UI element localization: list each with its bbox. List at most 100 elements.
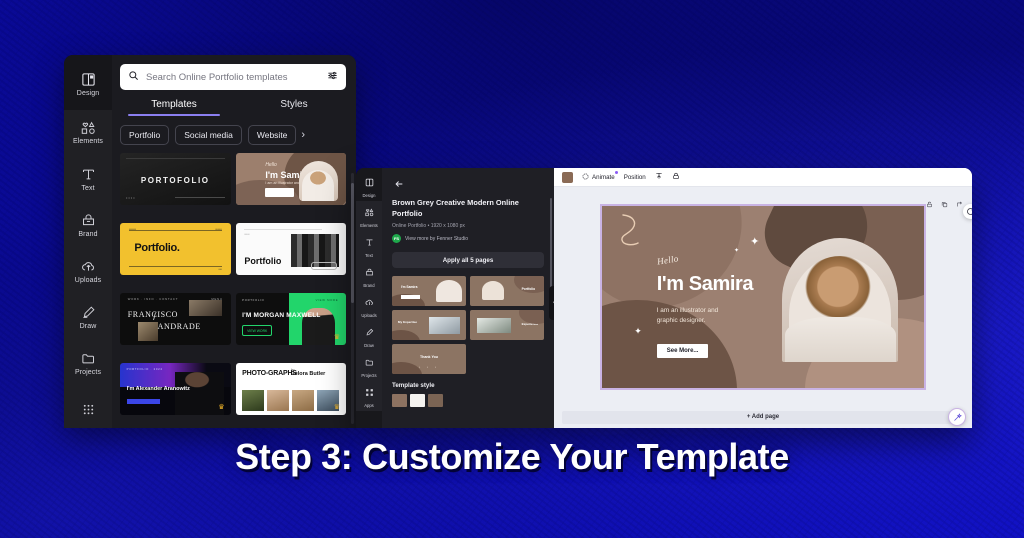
projects-icon	[365, 354, 374, 372]
transparency-button[interactable]	[655, 172, 663, 182]
template-card[interactable]: Hello I'm Samira I am an illustrator and…	[235, 153, 346, 205]
crown-icon: ♛	[333, 404, 340, 411]
refresh-icon[interactable]	[963, 204, 972, 219]
sidebar-item-brand[interactable]: Brand	[356, 261, 382, 291]
template-image-strip	[242, 389, 340, 412]
template-card[interactable]: PORTFOLIO · 2024 I'm Alexander Aranowitz…	[120, 363, 231, 415]
sidebar-item-apps[interactable]	[64, 386, 112, 428]
duplicate-icon[interactable]	[941, 195, 948, 213]
style-swatch[interactable]	[392, 394, 407, 408]
chip-social-media[interactable]: Social media	[175, 125, 242, 145]
brand-icon	[365, 264, 374, 282]
animate-button[interactable]: Animate	[582, 170, 618, 182]
expand-icon[interactable]	[956, 195, 963, 213]
sidebar-item-uploads[interactable]: Uploads	[64, 248, 112, 294]
apply-all-pages-button[interactable]: Apply all 5 pages	[392, 252, 544, 269]
sidebar-item-label: Brand	[363, 283, 375, 288]
sidebar-item-label: Elements	[73, 138, 103, 145]
canvas-see-more-button[interactable]: See More...	[656, 344, 709, 359]
template-portrait	[175, 372, 224, 415]
color-swatch-button[interactable]	[562, 171, 573, 183]
sidebar-item-text[interactable]: Text	[64, 156, 112, 202]
sidebar-item-label: Draw	[79, 322, 97, 330]
sliders-icon[interactable]	[327, 68, 338, 86]
template-title: PORTOFOLIO	[140, 175, 210, 185]
decor-dots: ••••	[126, 195, 136, 200]
template-card[interactable]: WORK · INFO · CONTACT MENU FRANCISCO / A…	[120, 293, 231, 345]
template-button	[126, 398, 160, 404]
sidebar-item-design[interactable]: Design	[356, 171, 382, 201]
chevron-right-icon[interactable]: ›	[301, 129, 305, 141]
template-page-thumb[interactable]: I'm Samira	[392, 276, 466, 307]
lock-icon	[672, 172, 680, 182]
canvas-subtitle-text[interactable]: I am an illustrator and graphic designer…	[657, 306, 718, 326]
sidebar-item-elements[interactable]: Elements	[356, 201, 382, 231]
decor-text: ••••••	[215, 227, 222, 232]
decor-line	[128, 265, 222, 267]
template-button: VIEW WORK	[242, 325, 273, 337]
sidebar-item-label: Uploads	[361, 313, 377, 318]
style-swatch[interactable]	[428, 394, 443, 408]
search-bar[interactable]: Search Online Portfolio templates	[120, 64, 346, 90]
panel-scrollbar-thumb[interactable]	[351, 183, 354, 303]
template-card[interactable]: ••••• Portfolio	[235, 223, 346, 275]
add-page-button[interactable]: + Add page	[562, 410, 964, 424]
canvas-area: ✦ ✦ ✦ Hello I'm Samira I am an illustrat…	[554, 187, 972, 406]
lock-icon[interactable]	[926, 195, 933, 213]
text-icon	[81, 167, 96, 182]
sidebar-item-label: Uploads	[74, 276, 102, 284]
decor-text: PORTFOLIO · 2024	[126, 367, 163, 372]
template-card[interactable]: ••••••• •••••• ••• Portfolio.	[120, 223, 231, 275]
template-style-label: Template style	[392, 382, 435, 390]
sidebar-item-design[interactable]: Design	[64, 61, 112, 107]
sidebar-item-draw[interactable]: Draw	[356, 321, 382, 351]
sidebar-item-projects[interactable]: Projects	[356, 351, 382, 381]
chip-website[interactable]: Website	[247, 125, 297, 145]
detail-scrollbar-thumb[interactable]	[550, 198, 552, 294]
template-portrait	[298, 161, 339, 201]
sidebar-item-uploads[interactable]: Uploads	[356, 291, 382, 321]
author-link-label: View more by Fenner Studio	[405, 235, 468, 242]
tab-templates[interactable]: Templates	[114, 99, 234, 116]
tab-styles[interactable]: Styles	[234, 99, 354, 116]
position-label: Position	[623, 173, 646, 181]
sidebar-item-elements[interactable]: Elements	[64, 110, 112, 156]
search-input[interactable]: Search Online Portfolio templates	[146, 72, 320, 83]
collapse-panel-handle[interactable]: ‹	[549, 286, 554, 320]
template-page-thumb[interactable]: My Expertise	[392, 310, 466, 341]
sidebar-item-text[interactable]: Text	[356, 231, 382, 261]
chip-portfolio[interactable]: Portfolio	[120, 125, 170, 145]
template-page-thumb[interactable]: Portfolio	[470, 276, 544, 307]
template-author: Delora Butler	[290, 370, 326, 377]
design-canvas[interactable]: ✦ ✦ ✦ Hello I'm Samira I am an illustrat…	[600, 203, 926, 390]
template-card[interactable]: PORTOFOLIO ••••	[120, 153, 231, 205]
template-card[interactable]: PHOTO-GRAPHS by Delora Butler ♛	[235, 363, 346, 415]
back-button[interactable]	[392, 168, 544, 198]
template-page-thumb[interactable]: Experience	[470, 310, 544, 341]
sparkle-icon: ✦	[734, 248, 740, 255]
draw-icon	[81, 305, 96, 320]
decor-slash: /	[153, 311, 156, 323]
portrait-image[interactable]	[782, 238, 899, 362]
template-card[interactable]: PORTFOLIO VIEW MORE I'M MORGAN MAXWELL V…	[235, 293, 346, 345]
picker-tabs: Templates Styles	[112, 99, 356, 116]
template-pages-grid: I'm Samira Portfolio My Expertise Experi…	[392, 276, 544, 375]
sidebar-item-apps[interactable]: Apps	[356, 381, 382, 411]
sidebar-item-label: Text	[365, 253, 373, 258]
sidebar-item-projects[interactable]: Projects	[64, 340, 112, 386]
style-swatch[interactable]	[410, 394, 425, 408]
magic-wand-icon[interactable]	[948, 408, 966, 426]
picker-sidebar: Design Elements Text Brand Uploads Draw …	[64, 55, 112, 428]
author-link[interactable]: FS View more by Fenner Studio	[392, 234, 544, 244]
sidebar-item-label: Brand	[78, 230, 98, 238]
lock-button[interactable]	[672, 172, 680, 182]
template-page-thumb[interactable]: Thank You • • •	[392, 344, 466, 375]
sidebar-item-brand[interactable]: Brand	[64, 202, 112, 248]
template-style-swatches	[392, 394, 544, 408]
canvas-name-text[interactable]: I'm Samira	[657, 273, 754, 296]
template-image	[137, 322, 158, 341]
sparkle-icon: ✦	[634, 325, 642, 336]
page-title: Step 3: Customize Your Template	[235, 436, 789, 477]
position-button[interactable]: Position	[624, 174, 646, 181]
sidebar-item-draw[interactable]: Draw	[64, 294, 112, 340]
